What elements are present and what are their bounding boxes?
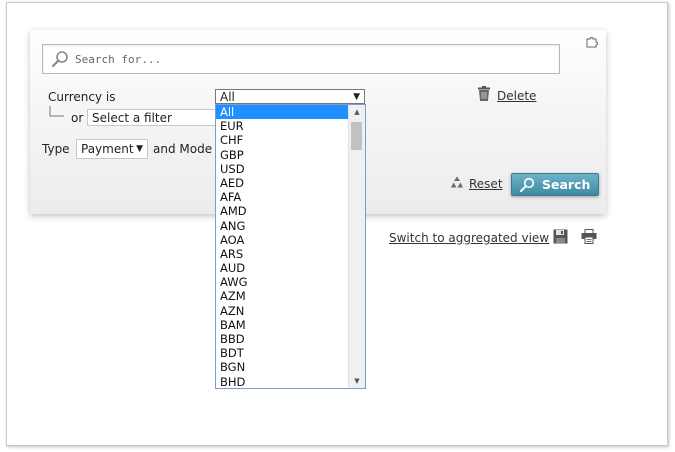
search-button-label: Search (542, 177, 591, 192)
scroll-up-icon[interactable]: ▲ (349, 105, 365, 119)
currency-option-bgn[interactable]: BGN (216, 360, 349, 374)
type-label: Type (42, 142, 70, 156)
print-icon[interactable] (581, 229, 597, 244)
type-select[interactable]: Payment ▼ (76, 139, 148, 159)
tree-connector-icon (49, 106, 64, 117)
currency-option-ang[interactable]: ANG (216, 219, 349, 233)
currency-option-bdt[interactable]: BDT (216, 346, 349, 360)
currency-option-azm[interactable]: AZM (216, 289, 349, 303)
search-input[interactable] (75, 45, 545, 73)
search-button[interactable]: Search (511, 173, 599, 196)
currency-option-bhd[interactable]: BHD (216, 375, 349, 388)
save-icon[interactable] (553, 229, 568, 244)
currency-option-aoa[interactable]: AOA (216, 233, 349, 247)
reset-link[interactable]: Reset (469, 177, 503, 191)
separator-dot: · (539, 231, 543, 245)
search-icon (520, 177, 535, 192)
currency-option-aed[interactable]: AED (216, 176, 349, 190)
currency-options: All EUR CHF GBP USD AED AFA AMD ANG AOA ARS AUD AWG A… (216, 105, 349, 388)
currency-label: Currency is (48, 90, 116, 104)
currency-option-usd[interactable]: USD (216, 162, 349, 176)
aggregated-view-link[interactable]: Switch to aggregated view (389, 231, 549, 245)
currency-option-awg[interactable]: AWG (216, 275, 349, 289)
or-label: or (71, 111, 84, 125)
currency-select[interactable]: All ▼ (215, 89, 365, 104)
currency-option-amd[interactable]: AMD (216, 204, 349, 218)
trash-icon[interactable] (477, 86, 491, 102)
currency-option-afa[interactable]: AFA (216, 190, 349, 204)
chevron-down-icon: ▼ (136, 144, 143, 154)
recycle-icon[interactable] (449, 175, 465, 191)
search-box[interactable] (42, 44, 560, 74)
delete-link[interactable]: Delete (497, 89, 536, 103)
scroll-thumb[interactable] (351, 122, 362, 150)
currency-option-all[interactable]: All (216, 105, 349, 120)
puzzle-icon[interactable] (585, 34, 599, 48)
currency-option-ars[interactable]: ARS (216, 247, 349, 261)
chevron-down-icon: ▼ (353, 92, 360, 102)
type-select-value: Payment (81, 142, 134, 156)
currency-option-bbd[interactable]: BBD (216, 332, 349, 346)
currency-select-value: All (220, 90, 235, 104)
currency-option-eur[interactable]: EUR (216, 119, 349, 133)
currency-option-aud[interactable]: AUD (216, 261, 349, 275)
dropdown-scrollbar[interactable]: ▲ ▼ (348, 105, 365, 388)
currency-option-azn[interactable]: AZN (216, 304, 349, 318)
scroll-down-icon[interactable]: ▼ (349, 374, 365, 388)
filter-select[interactable]: Select a filter (87, 109, 219, 126)
currency-option-chf[interactable]: CHF (216, 133, 349, 147)
currency-option-bam[interactable]: BAM (216, 318, 349, 332)
filter-select-value: Select a filter (92, 111, 172, 125)
currency-dropdown-list[interactable]: All EUR CHF GBP USD AED AFA AMD ANG AOA ARS AUD AWG A… (215, 104, 366, 389)
currency-option-gbp[interactable]: GBP (216, 148, 349, 162)
search-icon (51, 51, 68, 68)
